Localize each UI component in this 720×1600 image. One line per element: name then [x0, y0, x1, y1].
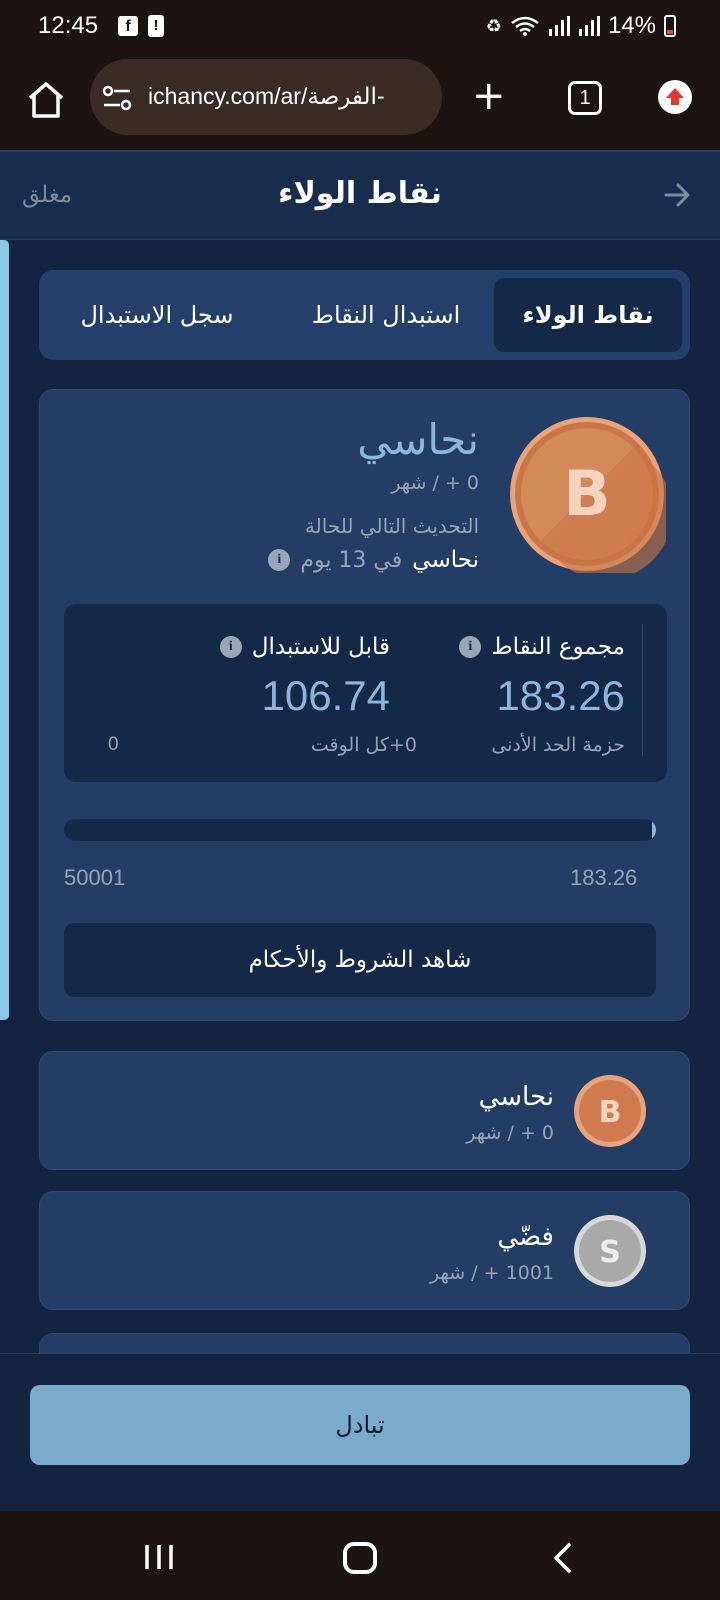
min-package-label: حزمة الحد الأدنى	[491, 734, 625, 756]
total-points-label: مجموع النقاط	[491, 634, 625, 660]
coin-letter: B	[599, 1095, 622, 1130]
progress-current: 183.26	[570, 865, 638, 890]
tier-name: نحاسي	[478, 1082, 554, 1112]
coin-letter: S	[599, 1235, 621, 1270]
coin-letter: B	[563, 457, 610, 530]
arrow-right-icon[interactable]	[664, 182, 692, 208]
plus-icon[interactable]: +	[472, 76, 506, 116]
status-bar: 12:45 f ! ♻ 14%	[0, 0, 720, 52]
android-nav-bar	[0, 1511, 720, 1600]
browser-toolbar: ichancy.com/ar/الفرصة- + 1	[0, 52, 720, 150]
battery-icon	[664, 15, 676, 37]
tab-bar: نقاط الولاء استبدال النقاط سجل الاستبدال	[39, 270, 690, 360]
progress-bar	[64, 819, 656, 841]
all-time-label: 0+كل الوقت	[310, 734, 417, 756]
stats-divider	[642, 624, 643, 756]
bottom-action-area: تبادل	[0, 1353, 720, 1511]
next-update-label: التحديث التالي للحالة	[304, 514, 479, 538]
address-bar[interactable]: ichancy.com/ar/الفرصة-	[90, 59, 442, 135]
page-title: نقاط الولاء	[278, 176, 442, 211]
url-text[interactable]: ichancy.com/ar/الفرصة-	[148, 83, 385, 110]
redeemable-label-row: قابل للاستبدال i	[219, 634, 390, 660]
next-update-days: في 13 يوم	[300, 547, 403, 573]
info-icon[interactable]: i	[219, 636, 242, 658]
silver-coin-icon: S	[574, 1215, 646, 1287]
tier-requirement: 0 + / شهر	[466, 1122, 554, 1144]
back-icon[interactable]	[552, 1543, 572, 1573]
recent-apps-icon[interactable]	[143, 1543, 175, 1571]
total-points-value: 183.26	[496, 672, 625, 719]
status-right: ♻ 14%	[486, 12, 676, 40]
facebook-icon: f	[118, 16, 138, 36]
current-tier-name: نحاسي	[357, 415, 479, 464]
terms-button[interactable]: شاهد الشروط والأحكام	[64, 923, 656, 997]
info-icon[interactable]: i	[459, 636, 482, 658]
wifi-icon	[511, 16, 539, 36]
site-settings-icon[interactable]	[102, 85, 132, 111]
redeemable-value: 106.74	[261, 672, 390, 719]
next-tier-name: نحاسي	[412, 547, 479, 573]
signal-icon-2	[578, 16, 600, 36]
bronze-coin-icon: B	[574, 1075, 646, 1147]
signal-icon	[548, 16, 570, 36]
info-icon[interactable]: i	[268, 549, 291, 571]
tab-count-button[interactable]: 1	[568, 81, 602, 115]
tab-redeem-history[interactable]: سجل الاستبدال	[47, 278, 267, 352]
home-nav-icon[interactable]	[343, 1542, 377, 1574]
recycle-icon: ♻	[485, 15, 502, 37]
tier-requirement: 1001 + / شهر	[430, 1262, 554, 1284]
redeemable-label: قابل للاستبدال	[251, 634, 390, 660]
current-tier-requirement: 0 + / شهر	[391, 472, 479, 494]
tier-name: فضّي	[497, 1222, 554, 1252]
alert-icon: !	[148, 15, 164, 37]
scroll-indicator[interactable]	[0, 240, 9, 1020]
bronze-coin-icon: B	[510, 417, 666, 573]
exchange-button[interactable]: تبادل	[30, 1385, 690, 1465]
total-points-label-row: مجموع النقاط i	[459, 634, 625, 660]
points-stats: مجموع النقاط i قابل للاستبدال i 183.26 1…	[64, 604, 667, 782]
next-update-line: نحاسي في 13 يوم i	[268, 547, 479, 573]
battery-text: 14%	[607, 12, 656, 39]
progress-target: 50001	[64, 865, 126, 890]
progress-fill	[651, 819, 656, 841]
tier-card-silver[interactable]: S فضّي 1001 + / شهر	[39, 1191, 690, 1310]
status-time: 12:45	[38, 12, 99, 39]
min-package-value: 0	[108, 734, 119, 755]
home-icon[interactable]	[24, 78, 68, 122]
page-header: مغلق نقاط الولاء	[0, 150, 720, 240]
tab-redeem-points[interactable]: استبدال النقاط	[284, 278, 488, 352]
tab-loyalty-points[interactable]: نقاط الولاء	[494, 278, 682, 352]
update-icon[interactable]	[658, 80, 692, 114]
loyalty-card: B نحاسي 0 + / شهر التحديث التالي للحالة …	[39, 389, 690, 1021]
tier-card-bronze[interactable]: B نحاسي 0 + / شهر	[39, 1051, 690, 1170]
